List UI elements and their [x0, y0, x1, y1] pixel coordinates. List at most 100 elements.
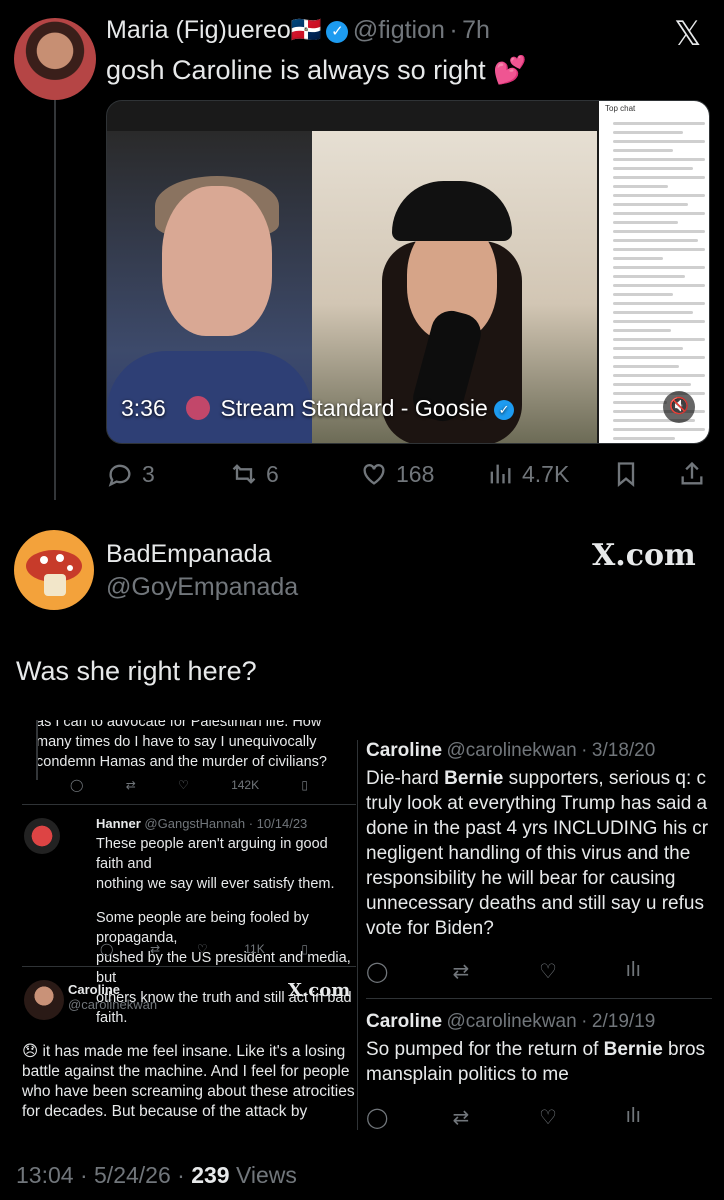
repost-icon — [232, 464, 256, 484]
tweet-actions: ◯ ⇄ ♡ ılı — [366, 1105, 712, 1130]
embed-divider — [357, 740, 358, 1130]
tweet-header: Caroline @carolinekwan · 2/19/19 — [366, 1011, 656, 1032]
repost-icon: ⇄ — [452, 1107, 470, 1129]
mini-actions: ◯ ⇄ ♡ 142K ▯ — [22, 778, 356, 792]
share-icon — [681, 461, 703, 485]
tweet-line: Die-hard Bernie supporters, serious q: c — [366, 768, 707, 789]
view-count: 142K — [231, 778, 260, 792]
repost-button[interactable]: 6 — [230, 460, 279, 488]
views-icon — [490, 464, 511, 484]
author-handle[interactable]: @GoyEmpanada — [106, 573, 298, 602]
verified-badge-icon: ✓ — [326, 21, 349, 43]
heart-icon: ♡ — [539, 961, 557, 983]
xcom-logo: X.com — [592, 538, 696, 573]
video-title: Stream Standard - Goosie — [220, 395, 488, 421]
caroline-header: Caroline @carolinekwan — [68, 982, 157, 1012]
tweet-line: condemn Hamas and the murder of civilian… — [36, 754, 327, 770]
tweet-line: responsibility he will bear for causing — [366, 868, 676, 889]
reply-icon: ◯ — [366, 961, 389, 983]
avatar-badempanada[interactable] — [14, 530, 94, 610]
author-name[interactable]: BadEmpanada — [106, 540, 298, 569]
like-button[interactable]: 168 — [360, 460, 434, 488]
tweet-line: unnecessary deaths and still say u refus — [366, 893, 704, 914]
author-handle[interactable]: @figtion — [353, 16, 445, 44]
tweet-line: who have been screaming about these atro… — [22, 1083, 355, 1100]
post-time: 13:04 — [16, 1162, 74, 1188]
avatar-maria[interactable] — [14, 18, 96, 100]
heart-icon: ♡ — [178, 778, 189, 792]
live-chat-panel: Top chat — [599, 101, 709, 443]
tweet-line: These people aren't arguing in good fait… — [96, 836, 328, 872]
share-button[interactable] — [678, 460, 706, 488]
post2-text: Was she right here? — [16, 656, 257, 686]
like-count: 168 — [396, 460, 435, 487]
tweet-header: Caroline @carolinekwan · 3/18/20 — [366, 740, 656, 761]
tweet-line: vote for Biden? — [366, 918, 494, 939]
mushroom-avatar-icon — [26, 550, 82, 596]
tweet-text: So pumped for the return of Bernie bros … — [366, 1037, 712, 1087]
tweet-date: 2/19/19 — [591, 1011, 656, 1032]
views-count: 239 — [191, 1162, 230, 1188]
tweet-text: Die-hard Bernie supporters, serious q: c… — [366, 766, 712, 941]
tweet-line: So pumped for the return of Bernie bros — [366, 1039, 706, 1060]
bookmark-icon: ▯ — [301, 778, 308, 792]
caroline-text: 😞 it has made me feel insane. Like it's … — [22, 1042, 355, 1122]
reply-icon: ◯ — [70, 778, 84, 792]
avatar-hanner — [24, 818, 60, 854]
post1-header: Maria (Fig)uereo🇩🇴 ✓ @figtion · 7h — [106, 16, 490, 45]
heart-icon — [363, 464, 385, 485]
post-meta-footer: 13:04 · 5/24/26 · 239 Views — [16, 1162, 297, 1188]
tweet-fragment: as I can to advocate for Palestinian lif… — [36, 720, 327, 772]
caroline-handle: @carolinekwan — [68, 997, 158, 1012]
video-player[interactable]: Top chat 3:36 Stream Standard - Goosie ✓… — [106, 100, 710, 444]
view-count: 4.7K — [522, 460, 570, 487]
author-name[interactable]: Maria (Fig)uereo🇩🇴 — [106, 16, 322, 44]
mute-icon[interactable]: 🔇 — [663, 391, 695, 423]
embedded-thread-right: Caroline @carolinekwan · 3/18/20 Die-har… — [366, 740, 712, 1130]
view-count: 11K — [244, 942, 265, 956]
repost-count: 6 — [266, 460, 279, 487]
post-date: 5/24/26 — [94, 1162, 171, 1188]
tweet-line: mansplain politics to me — [366, 1064, 569, 1085]
repost-icon: ⇄ — [452, 961, 470, 983]
chat-header: Top chat — [605, 104, 636, 113]
tweet-author-name: Caroline — [366, 1011, 443, 1032]
heart-icon: ♡ — [539, 1107, 557, 1129]
post1-actions: 3 6 168 4.7K — [106, 456, 710, 496]
reply-icon: ◯ — [100, 942, 114, 956]
repost-icon: ⇄ — [150, 942, 161, 956]
thread-connector — [36, 720, 38, 780]
caroline-name: Caroline — [68, 982, 121, 997]
xcom-logo: X.com — [288, 980, 351, 1001]
tweet-author-handle: @carolinekwan — [446, 740, 577, 761]
bookmark-icon: ▯ — [301, 942, 308, 956]
repost-icon: ⇄ — [125, 778, 136, 792]
tweet-actions: ◯ ⇄ ♡ ılı — [366, 959, 712, 984]
x-logo-icon[interactable]: 𝕏 — [674, 14, 701, 54]
divider — [22, 804, 356, 805]
mini-actions: ◯ ⇄ ♡ 11K ▯ — [52, 942, 356, 956]
tweet-author-handle: @carolinekwan — [446, 1011, 577, 1032]
reply-button[interactable]: 3 — [106, 460, 155, 488]
post-time: 7h — [462, 16, 490, 44]
divider — [366, 998, 712, 999]
separator-dot: · — [449, 16, 458, 44]
reply-icon — [108, 464, 131, 487]
tweet-line: truly look at everything Trump has said … — [366, 793, 708, 814]
tweet-author-name: Caroline — [366, 740, 443, 761]
tweet-date: 3/18/20 — [591, 740, 656, 761]
reply-author-name: Hanner — [96, 816, 141, 831]
views-icon: ılı — [625, 959, 642, 981]
heart-icon: ♡ — [196, 942, 208, 956]
reply-header: Hanner @GangstHannah · 10/14/23 — [96, 816, 308, 831]
avatar-caroline — [24, 980, 64, 1020]
bookmark-button[interactable] — [612, 460, 640, 488]
reply-date: 10/14/23 — [256, 816, 308, 831]
tweet-line: battle against the machine. And I feel f… — [22, 1063, 350, 1080]
reply-count: 3 — [142, 460, 155, 487]
tweet-line: nothing we say will ever satisfy them. — [96, 876, 335, 892]
thread-connector — [54, 100, 56, 500]
reply-author-handle: @GangstHannah — [144, 816, 246, 831]
views-button[interactable]: 4.7K — [486, 460, 569, 488]
tweet-line: for decades. But because of the attack b… — [22, 1103, 308, 1120]
